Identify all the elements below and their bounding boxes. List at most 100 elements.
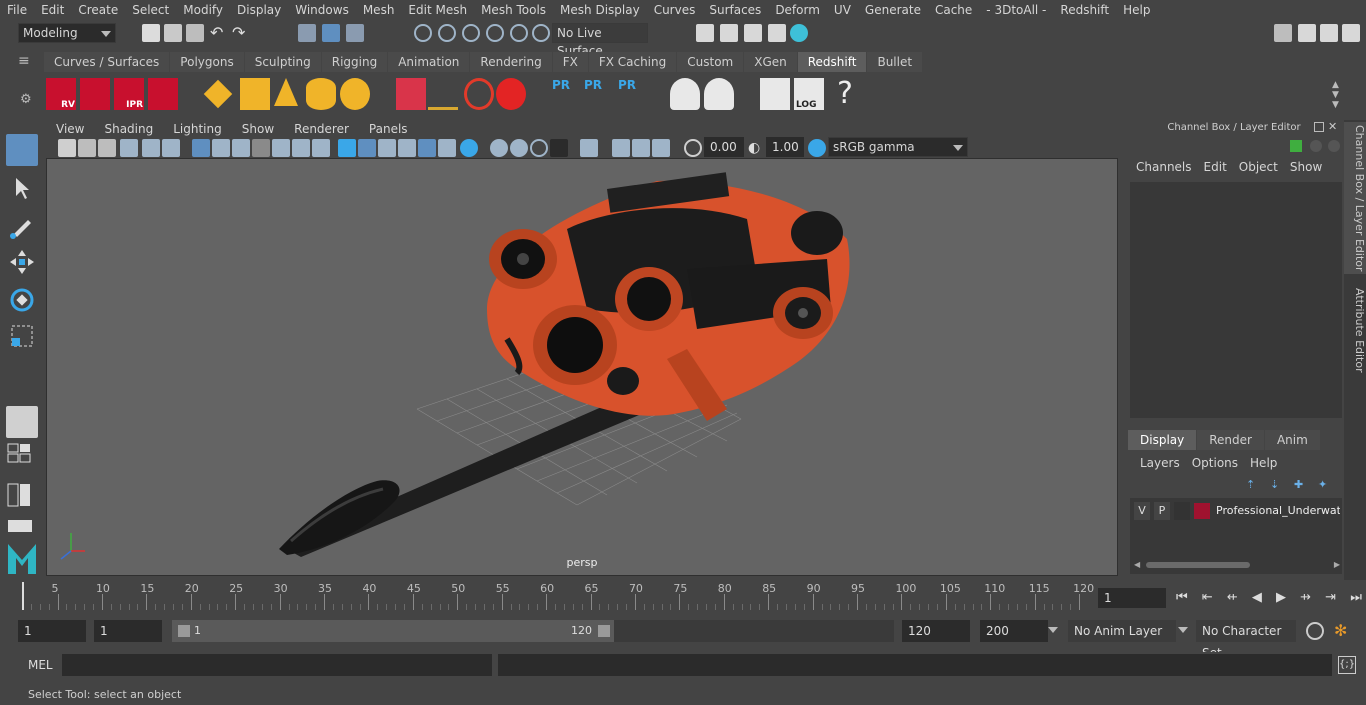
menu-edit-mesh[interactable]: Edit Mesh (401, 3, 474, 17)
last-tool-icon[interactable] (6, 406, 38, 438)
layer-menu-help[interactable]: Help (1244, 456, 1283, 470)
redo-icon[interactable]: ↷ (232, 24, 250, 42)
redshift-settings-icon[interactable] (148, 78, 178, 110)
redshift-script-icon[interactable] (760, 78, 790, 110)
open-scene-icon[interactable] (164, 24, 182, 42)
backface-icon[interactable] (418, 139, 436, 157)
shelf-tab-bullet[interactable]: Bullet (867, 52, 923, 72)
layer-menu-options[interactable]: Options (1186, 456, 1244, 470)
redshift-light-icon[interactable] (203, 79, 233, 109)
color-space-selector[interactable]: sRGB gamma (828, 137, 968, 157)
menu-select[interactable]: Select (125, 3, 176, 17)
lasso-tool-icon[interactable] (6, 172, 38, 204)
step-forward-key-icon[interactable]: ⇥ (1325, 590, 1336, 606)
paint-select-tool-icon[interactable] (6, 210, 38, 242)
snap-point-icon[interactable] (462, 24, 480, 42)
ambient-occlusion-icon[interactable] (312, 139, 330, 157)
attribute-editor-toggle-icon[interactable] (1320, 24, 1338, 42)
animation-start-field[interactable]: 1 (18, 620, 86, 642)
menu-windows[interactable]: Windows (288, 3, 356, 17)
menu-cache[interactable]: Cache (928, 3, 979, 17)
xray-joints-icon[interactable] (378, 139, 396, 157)
shelf-tab-rigging[interactable]: Rigging (321, 52, 388, 72)
move-tool-icon[interactable] (6, 246, 38, 278)
layout-single-icon[interactable] (6, 442, 38, 464)
script-editor-icon[interactable]: {;} (1338, 656, 1356, 674)
snap-view-icon[interactable] (486, 24, 504, 42)
maya-logo-icon[interactable] (6, 540, 38, 576)
menu-display[interactable]: Display (230, 3, 288, 17)
select-hierarchy-icon[interactable] (298, 24, 316, 42)
layer-list-scrollbar[interactable]: ◀ ▶ (1134, 560, 1340, 570)
redshift-spot-light-icon[interactable] (274, 78, 298, 106)
redshift-log-icon[interactable]: LOG (794, 78, 824, 110)
textured-icon[interactable] (252, 139, 270, 157)
go-to-end-icon[interactable]: ⏭ (1350, 590, 1362, 606)
menu-mesh-tools[interactable]: Mesh Tools (474, 3, 553, 17)
viewport-menu-renderer[interactable]: Renderer (284, 122, 359, 136)
menu-edit[interactable]: Edit (34, 3, 71, 17)
render-current-icon[interactable] (744, 24, 762, 42)
float-panel-icon[interactable] (1314, 122, 1324, 132)
redshift-bake-icon[interactable] (670, 78, 700, 110)
menu-curves[interactable]: Curves (647, 3, 703, 17)
viewport-menu-panels[interactable]: Panels (359, 122, 418, 136)
menu-modify[interactable]: Modify (176, 3, 230, 17)
layer-row[interactable]: V P Professional_Underwate (1134, 502, 1340, 520)
anim-layer-dropdown[interactable] (1176, 620, 1192, 642)
menu-surfaces[interactable]: Surfaces (702, 3, 768, 17)
select-tool-icon[interactable] (6, 134, 38, 166)
layer-visibility-toggle[interactable]: V (1134, 502, 1150, 520)
frame-all-icon[interactable] (632, 139, 650, 157)
redshift-pr-swap-icon[interactable]: PR (618, 78, 648, 110)
hypershade-icon[interactable] (790, 24, 808, 42)
layout-toggle-icon[interactable] (6, 518, 38, 534)
select-component-icon[interactable] (346, 24, 364, 42)
animation-prefs-icon[interactable]: ✻ (1334, 622, 1356, 640)
range-dropdown[interactable] (1048, 620, 1062, 642)
play-forward-icon[interactable]: ▶ (1276, 590, 1286, 606)
render-view-icon[interactable] (720, 24, 738, 42)
redshift-dome-light-icon[interactable] (306, 78, 336, 110)
scale-tool-icon[interactable] (6, 320, 38, 352)
redshift-render-view-icon[interactable]: RV (46, 78, 76, 110)
use-lights-icon[interactable] (272, 139, 290, 157)
live-surface-field[interactable]: No Live Surface (552, 23, 648, 58)
chevron-right-icon[interactable]: ▶ (1334, 560, 1340, 569)
xray-active-icon[interactable] (398, 139, 416, 157)
isolate-icon[interactable] (338, 139, 356, 157)
menu-deform[interactable]: Deform (768, 3, 827, 17)
layout-icon[interactable] (612, 139, 630, 157)
shelf-menu-icon[interactable]: ≡ (18, 54, 32, 68)
redshift-pr-export-icon[interactable]: PR (584, 78, 614, 110)
redshift-volume-icon[interactable] (428, 78, 458, 110)
select-object-icon[interactable] (322, 24, 340, 42)
screen-space-icon[interactable] (530, 139, 548, 157)
shelf-tab-curves-surfaces[interactable]: Curves / Surfaces (44, 52, 170, 72)
rotate-tool-icon[interactable] (6, 284, 38, 316)
shelf-tab-rendering[interactable]: Rendering (470, 52, 552, 72)
layer-menu-layers[interactable]: Layers (1134, 456, 1186, 470)
light-icon[interactable] (438, 139, 456, 157)
layer-tab-display[interactable]: Display (1128, 430, 1197, 450)
layer-tab-anim[interactable]: Anim (1264, 430, 1320, 450)
anim-layer-selector[interactable]: No Anim Layer (1068, 620, 1176, 642)
viewport-menu-view[interactable]: View (46, 122, 94, 136)
layout-outliner-icon[interactable] (6, 482, 38, 508)
exposure-icon[interactable] (684, 139, 702, 157)
playback-end-field[interactable]: 120 (902, 620, 970, 642)
playback-start-field[interactable]: 1 (94, 620, 162, 642)
exposure-field[interactable]: 0.00 (704, 137, 744, 157)
layer-name[interactable]: Professional_Underwate (1216, 502, 1340, 520)
command-input[interactable] (62, 654, 492, 676)
move-layer-up-icon[interactable]: ⇡ (1246, 478, 1260, 491)
channel-menu-channels[interactable]: Channels (1130, 160, 1198, 174)
shelf-scroll-icon[interactable]: ▲ ▼ ▼ (1332, 80, 1344, 110)
channel-menu-show[interactable]: Show (1284, 160, 1328, 174)
redshift-pr-object-icon[interactable]: PR (552, 78, 582, 110)
multisample-icon[interactable] (490, 139, 508, 157)
tab-attribute-editor[interactable]: Attribute Editor (1344, 280, 1366, 380)
shelf-tab-polygons[interactable]: Polygons (170, 52, 244, 72)
menu-generate[interactable]: Generate (858, 3, 928, 17)
layer-tab-render[interactable]: Render (1197, 430, 1264, 450)
